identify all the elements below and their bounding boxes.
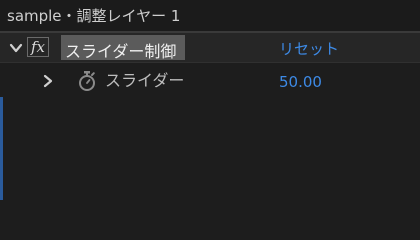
reset-button[interactable]: リセット [279,38,339,59]
effect-header-row: fx スライダー制御 リセット [0,33,420,62]
effect-controls-panel: sample・調整レイヤー 1 fx スライダー制御 リセット スライダー 50… [0,0,420,200]
stopwatch-icon[interactable] [77,70,97,92]
parameter-row: スライダー 50.00 [0,63,420,97]
slider-value-field[interactable]: 50.00 [279,73,322,91]
panel-title: sample・調整レイヤー 1 [7,7,181,25]
chevron-right-icon[interactable] [42,73,54,88]
fx-toggle-button[interactable]: fx [27,37,49,57]
effect-name-highlight[interactable]: スライダー制御 [61,35,185,61]
parameter-name: スライダー [105,71,185,90]
chevron-down-icon[interactable] [9,40,23,54]
effect-name: スライダー制御 [65,42,177,61]
panel-title-bar: sample・調整レイヤー 1 [0,0,420,31]
